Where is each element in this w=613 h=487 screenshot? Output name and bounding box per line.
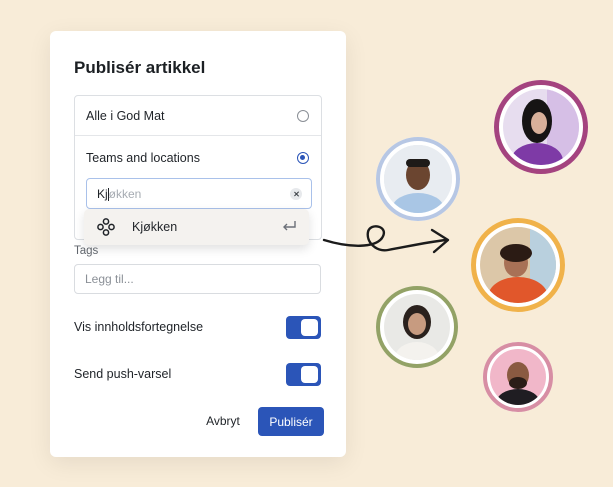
- cancel-button[interactable]: Avbryt: [200, 410, 246, 432]
- return-icon: [283, 221, 296, 231]
- person-photo: [384, 294, 450, 360]
- option-teams-radio[interactable]: [297, 152, 309, 164]
- avatar: [471, 218, 565, 312]
- tags-input[interactable]: [74, 264, 321, 294]
- search-typed-text: Kj: [97, 186, 108, 201]
- team-icon: [97, 218, 115, 236]
- person-photo: [503, 89, 579, 165]
- toc-toggle-row: Vis innholdsfortegnelse: [74, 315, 321, 339]
- avatar: [376, 137, 460, 221]
- option-all-radio[interactable]: [297, 109, 309, 122]
- suggestion-label: Kjøkken: [132, 220, 178, 234]
- search-autocomplete-text: økken: [108, 186, 142, 201]
- location-search-input[interactable]: Kj økken: [86, 178, 312, 209]
- person-photo: [480, 227, 556, 303]
- publish-button[interactable]: Publisér: [258, 407, 324, 436]
- tags-label: Tags: [74, 245, 99, 257]
- option-teams-label: Teams and locations: [86, 151, 200, 165]
- option-teams[interactable]: Teams and locations: [75, 138, 321, 178]
- option-all[interactable]: Alle i God Mat: [75, 96, 321, 136]
- dialog-title: Publisér artikkel: [74, 58, 206, 77]
- toc-toggle[interactable]: [286, 315, 321, 339]
- push-toggle-label: Send push-varsel: [74, 367, 172, 381]
- avatar: [376, 286, 458, 368]
- push-toggle-row: Send push-varsel: [74, 362, 321, 386]
- person-photo: [490, 349, 546, 405]
- avatar: [494, 80, 588, 174]
- person-photo: [384, 145, 452, 213]
- option-all-label: Alle i God Mat: [86, 108, 165, 123]
- clear-icon[interactable]: [290, 187, 302, 200]
- push-toggle[interactable]: [286, 362, 321, 386]
- suggestion-item[interactable]: Kjøkken: [84, 209, 309, 245]
- avatar: [483, 342, 553, 412]
- toc-toggle-label: Vis innholdsfortegnelse: [74, 320, 204, 334]
- curly-arrow-icon: [322, 225, 450, 254]
